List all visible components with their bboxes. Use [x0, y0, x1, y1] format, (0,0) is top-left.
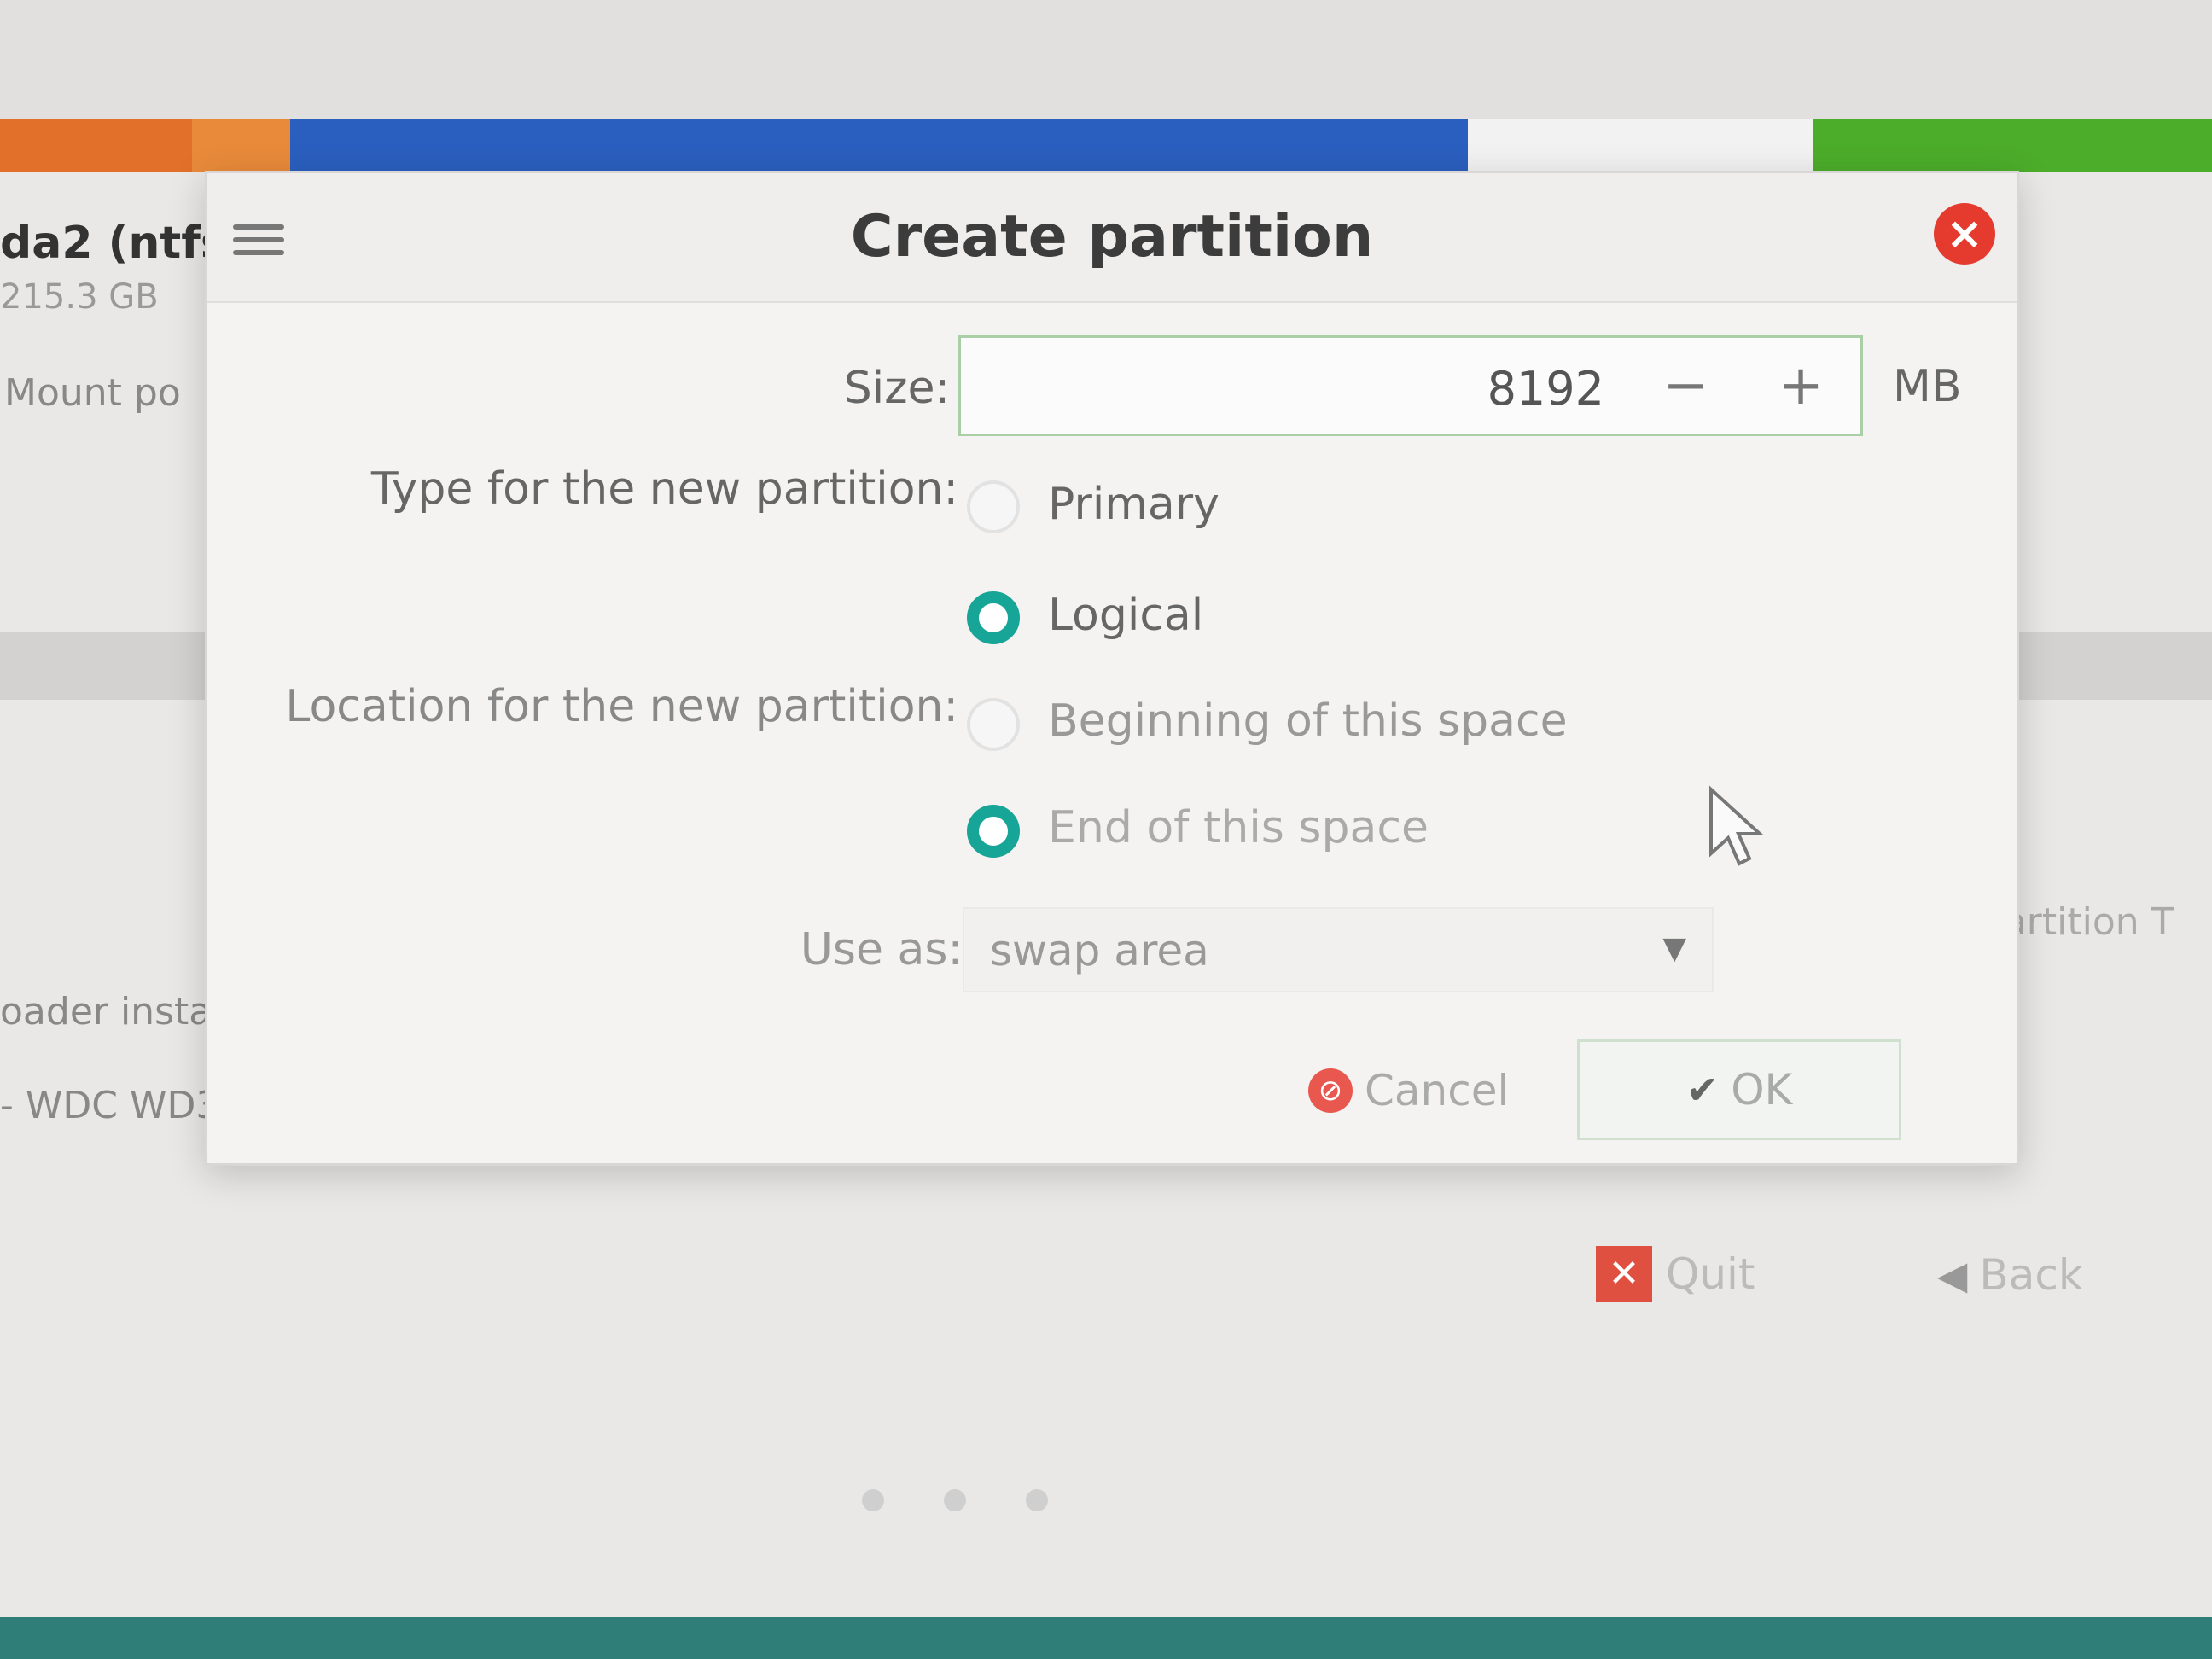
installer-top-area: [0, 0, 2212, 119]
mouse-pointer-icon: [1709, 785, 1765, 866]
partition-size: 215.3 GB: [0, 277, 159, 317]
back-label: Back: [1979, 1250, 2083, 1300]
quit-icon: ✕: [1596, 1246, 1652, 1302]
back-arrow-icon: ◀: [1937, 1252, 1968, 1298]
use-as-dropdown[interactable]: swap area ▼: [963, 907, 1714, 992]
type-label: Type for the new partition:: [370, 463, 958, 515]
type-logical-label[interactable]: Logical: [1048, 590, 1203, 641]
type-primary-radio[interactable]: [967, 480, 1020, 533]
size-value[interactable]: 8192: [1487, 362, 1604, 416]
partition-segment-5: [1813, 119, 2212, 172]
decrease-size-button[interactable]: −: [1639, 352, 1732, 420]
no-entry-icon: ⊘: [1308, 1068, 1353, 1113]
location-end-label[interactable]: End of this space: [1048, 802, 1429, 853]
use-as-value: swap area: [990, 926, 1209, 975]
type-logical-radio[interactable]: [967, 591, 1020, 644]
size-unit: MB: [1893, 361, 1962, 412]
ok-label: OK: [1731, 1065, 1793, 1115]
location-beginning-radio[interactable]: [967, 698, 1020, 751]
create-partition-dialog: Create partition × Size: 8192 − + MB Typ…: [205, 171, 2019, 1166]
dialog-header: Create partition ×: [207, 173, 2017, 303]
step-indicator: [862, 1489, 1108, 1511]
quit-label: Quit: [1666, 1249, 1755, 1299]
quit-button[interactable]: ✕ Quit: [1596, 1246, 1755, 1302]
ok-button[interactable]: ✔ OK: [1577, 1039, 1901, 1140]
partition-usage-bar: [0, 119, 2212, 172]
location-end-radio[interactable]: [967, 805, 1020, 858]
step-dot: [1026, 1489, 1048, 1511]
dialog-title: Create partition: [850, 203, 1374, 271]
size-label: Size:: [843, 363, 950, 414]
use-as-label: Use as:: [800, 924, 963, 975]
chevron-down-icon: ▼: [1662, 931, 1686, 966]
location-label: Location for the new partition:: [285, 681, 958, 732]
partition-segment-3: [290, 119, 1468, 172]
partition-name: da2 (ntfs: [0, 218, 227, 269]
desktop-panel: [0, 1617, 2212, 1659]
mount-point-label: Mount po: [4, 371, 181, 415]
cancel-button[interactable]: ⊘ Cancel: [1308, 1052, 1509, 1129]
step-dot: [862, 1489, 884, 1511]
type-primary-label[interactable]: Primary: [1048, 479, 1220, 530]
checkmark-icon: ✔: [1685, 1067, 1720, 1113]
partition-segment-1: [0, 119, 192, 172]
step-dot: [944, 1489, 966, 1511]
back-button[interactable]: ◀ Back: [1937, 1250, 2083, 1300]
location-beginning-label[interactable]: Beginning of this space: [1048, 696, 1568, 747]
partition-segment-free: [1468, 119, 1813, 172]
close-icon[interactable]: ×: [1934, 203, 1995, 265]
partition-segment-2: [192, 119, 290, 172]
size-spinbutton[interactable]: 8192 − +: [958, 335, 1863, 436]
increase-size-button[interactable]: +: [1754, 352, 1848, 420]
cancel-label: Cancel: [1365, 1066, 1510, 1115]
